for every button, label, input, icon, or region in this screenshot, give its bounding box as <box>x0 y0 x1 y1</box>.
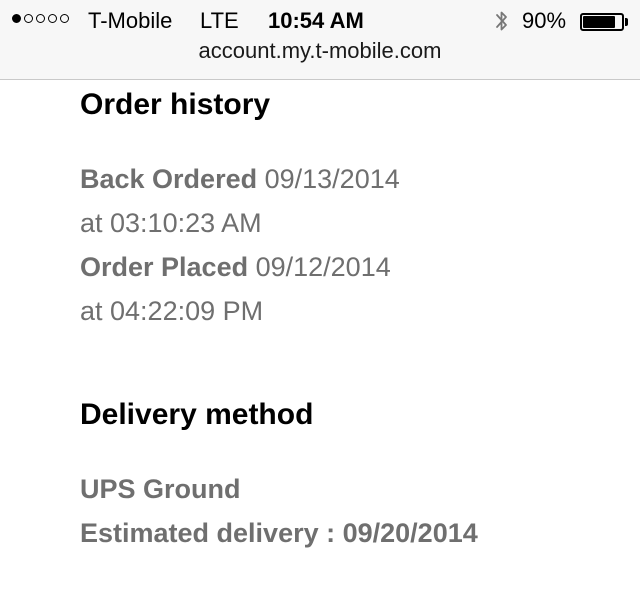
order-time: at 04:22:09 PM <box>80 296 264 326</box>
signal-dot <box>60 14 69 23</box>
order-entry-2-line-1: Order Placed 09/12/2014 <box>80 252 391 283</box>
signal-strength-icon <box>12 14 69 23</box>
delivery-method-value: UPS Ground <box>80 474 241 504</box>
signal-dot <box>48 14 57 23</box>
order-date: 09/12/2014 <box>255 252 391 282</box>
battery-tip <box>625 18 628 26</box>
address-bar[interactable]: account.my.t-mobile.com <box>0 38 640 64</box>
signal-dot <box>36 14 45 23</box>
signal-dot <box>12 14 21 23</box>
estimated-delivery-line: Estimated delivery : 09/20/2014 <box>80 518 478 549</box>
battery-fill <box>583 16 615 28</box>
order-history-title: Order history <box>80 88 271 121</box>
order-date: 09/13/2014 <box>264 164 400 194</box>
order-time: at 03:10:23 AM <box>80 208 262 238</box>
network-type: LTE <box>200 8 239 33</box>
battery-icon <box>580 13 624 31</box>
order-status: Order Placed <box>80 252 249 282</box>
signal-dot <box>24 14 33 23</box>
clock: 10:54 AM <box>268 8 364 33</box>
battery-percent: 90% <box>522 8 567 33</box>
order-status: Back Ordered <box>80 164 258 194</box>
status-bar: T-Mobile LTE 10:54 AM 90% account.my.t-m… <box>0 0 640 80</box>
order-entry-1-line-1: Back Ordered 09/13/2014 <box>80 164 400 195</box>
delivery-method-line: UPS Ground <box>80 474 241 505</box>
bluetooth-icon <box>496 11 507 31</box>
delivery-method-title: Delivery method <box>80 398 314 431</box>
status-row: T-Mobile LTE 10:54 AM 90% <box>0 6 640 36</box>
carrier-name: T-Mobile <box>88 8 173 33</box>
estimated-delivery: Estimated delivery : 09/20/2014 <box>80 518 478 548</box>
